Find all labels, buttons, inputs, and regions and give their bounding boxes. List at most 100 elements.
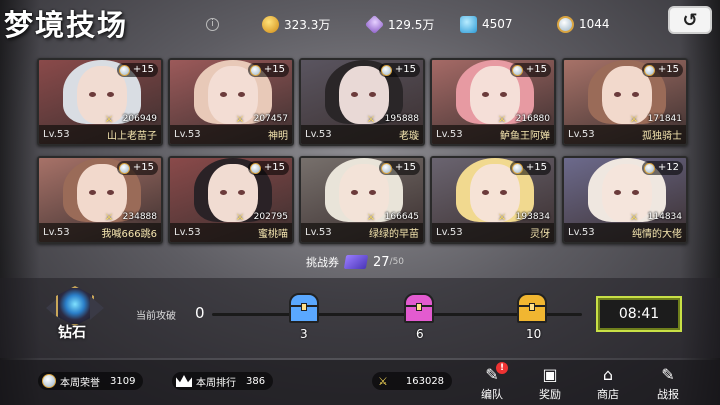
tickets-label: 挑战券 xyxy=(306,256,339,269)
chest-label-2: 6 xyxy=(416,327,424,341)
diamond-gem-icon xyxy=(56,286,94,326)
sword-icon: ⚔ xyxy=(236,213,245,223)
enhance-badge: +15 xyxy=(509,161,551,175)
back-button[interactable]: ↺ xyxy=(668,6,712,34)
sword-icon: ⚔ xyxy=(105,213,114,223)
card-info-bar: Lv.53 我喊666跳6 xyxy=(39,223,161,242)
shop-label: 商店 xyxy=(597,388,619,401)
card-info-bar: Lv.53 灵伢 xyxy=(432,223,554,242)
medal-icon xyxy=(643,64,655,76)
character-eye xyxy=(614,92,621,97)
chest-lock-icon xyxy=(529,303,535,311)
opponent-card[interactable]: +15 ⚔ 202795 Lv.53 蜜桃喵 xyxy=(168,156,294,244)
medal-resource: 1044 xyxy=(557,15,610,33)
enhance-badge: +15 xyxy=(116,63,158,77)
alert-badge: ! xyxy=(496,362,508,374)
chest-lock-icon xyxy=(301,303,307,311)
character-eye xyxy=(369,190,376,195)
opponent-card[interactable]: +15 ⚔ 234888 Lv.53 我喊666跳6 xyxy=(37,156,163,244)
coin-resource: 323.3万 xyxy=(262,15,330,33)
battle-report-icon: ✎ xyxy=(661,364,675,384)
info-icon[interactable]: i xyxy=(206,18,219,31)
enhance-badge: +15 xyxy=(509,63,551,77)
chest-blue[interactable] xyxy=(289,293,319,323)
character-eye xyxy=(238,190,245,195)
medal-icon xyxy=(380,64,392,76)
card-player-name: 灵伢 xyxy=(530,229,550,240)
opponent-card[interactable]: +15 ⚔ 216880 Lv.53 鲈鱼王阿婵 xyxy=(430,58,556,146)
opponent-card[interactable]: +15 ⚔ 171841 Lv.53 孤独骑士 xyxy=(562,58,688,146)
card-level: Lv.53 xyxy=(43,129,70,140)
formation-button[interactable]: ! ✎ 编队 xyxy=(472,362,512,402)
character-eye xyxy=(500,92,507,97)
character-eye xyxy=(107,92,114,97)
enhance-badge: +15 xyxy=(247,161,289,175)
enhance-badge: +15 xyxy=(247,63,289,77)
weekly-rank-value: 386 xyxy=(246,375,266,387)
opponent-card[interactable]: +15 ⚔ 166645 Lv.53 绿绿的早苗 xyxy=(299,156,425,244)
emblem-wing-right xyxy=(90,296,104,320)
chest-label-1: 3 xyxy=(300,327,308,341)
battle-report-label: 战报 xyxy=(657,388,679,401)
crown-icon xyxy=(176,375,192,387)
card-player-name: 孤独骑士 xyxy=(642,131,682,142)
refresh-timer-button[interactable]: 08:41 xyxy=(596,296,682,332)
medal-icon xyxy=(249,162,261,174)
card-info-bar: Lv.53 纯情的大佬 xyxy=(564,223,686,242)
character-eye xyxy=(632,190,639,195)
card-player-name: 纯情的大佬 xyxy=(632,229,682,240)
character-eye xyxy=(107,190,114,195)
shop-icon: ⌂ xyxy=(602,364,614,384)
card-info-bar: Lv.53 鲈鱼王阿婵 xyxy=(432,125,554,144)
opponent-card[interactable]: +15 ⚔ 195888 Lv.53 老璇 xyxy=(299,58,425,146)
character-eye xyxy=(632,92,639,97)
enhance-level: +15 xyxy=(263,162,285,173)
enhance-badge: +12 xyxy=(641,161,683,175)
enhance-level: +15 xyxy=(525,162,547,173)
sword-icon: ⚔ xyxy=(105,115,114,125)
opponent-card[interactable]: +12 ⚔ 114834 Lv.53 纯情的大佬 xyxy=(562,156,688,244)
sword-icon: ⚔ xyxy=(367,213,376,223)
team-power-value: 163028 xyxy=(405,375,445,387)
reward-button[interactable]: ▣ 奖励 xyxy=(530,362,570,402)
character-eye xyxy=(220,190,227,195)
card-level: Lv.53 xyxy=(305,227,332,238)
medal-icon xyxy=(118,64,130,76)
character-eye xyxy=(369,92,376,97)
card-level: Lv.53 xyxy=(436,129,463,140)
sword-icon: ⚔ xyxy=(630,213,639,223)
weekly-rank[interactable]: 本周排行 386 xyxy=(172,372,274,390)
opponent-card[interactable]: +15 ⚔ 207457 Lv.53 神明 xyxy=(168,58,294,146)
card-power: 216880 xyxy=(515,114,550,124)
weekly-honor-value: 3109 xyxy=(110,375,136,387)
shop-button[interactable]: ⌂ 商店 xyxy=(588,362,628,402)
medal-icon xyxy=(643,162,655,174)
character-eye xyxy=(482,190,489,195)
chest-label-3: 10 xyxy=(526,327,542,341)
chest-pink[interactable] xyxy=(404,293,434,323)
card-player-name: 鲈鱼王阿婵 xyxy=(500,131,550,142)
medal-icon xyxy=(42,374,56,388)
enhance-badge: +15 xyxy=(116,161,158,175)
card-player-name: 山上老苗子 xyxy=(107,131,157,142)
medal-icon xyxy=(380,162,392,174)
tickets-count: 27 xyxy=(373,254,390,270)
card-info-bar: Lv.53 蜜桃喵 xyxy=(170,223,292,242)
opponent-card[interactable]: +15 ⚔ 206949 Lv.53 山上老苗子 xyxy=(37,58,163,146)
reward-label: 奖励 xyxy=(539,388,561,401)
enhance-level: +12 xyxy=(657,162,679,173)
opponent-card[interactable]: +15 ⚔ 193834 Lv.53 灵伢 xyxy=(430,156,556,244)
card-info-bar: Lv.53 神明 xyxy=(170,125,292,144)
card-info-bar: Lv.53 山上老苗子 xyxy=(39,125,161,144)
battle-report-button[interactable]: ✎ 战报 xyxy=(648,362,688,402)
tickets-max: /50 xyxy=(389,257,405,267)
diamond-icon xyxy=(460,15,477,33)
chest-gold[interactable] xyxy=(517,293,547,323)
card-level: Lv.53 xyxy=(305,129,332,140)
crystal-resource: 129.5万 xyxy=(364,14,434,34)
character-eye xyxy=(614,190,621,195)
card-player-name: 老璇 xyxy=(399,131,419,142)
medal-icon xyxy=(511,162,523,174)
card-power: 234888 xyxy=(122,212,157,222)
character-eye xyxy=(238,92,245,97)
